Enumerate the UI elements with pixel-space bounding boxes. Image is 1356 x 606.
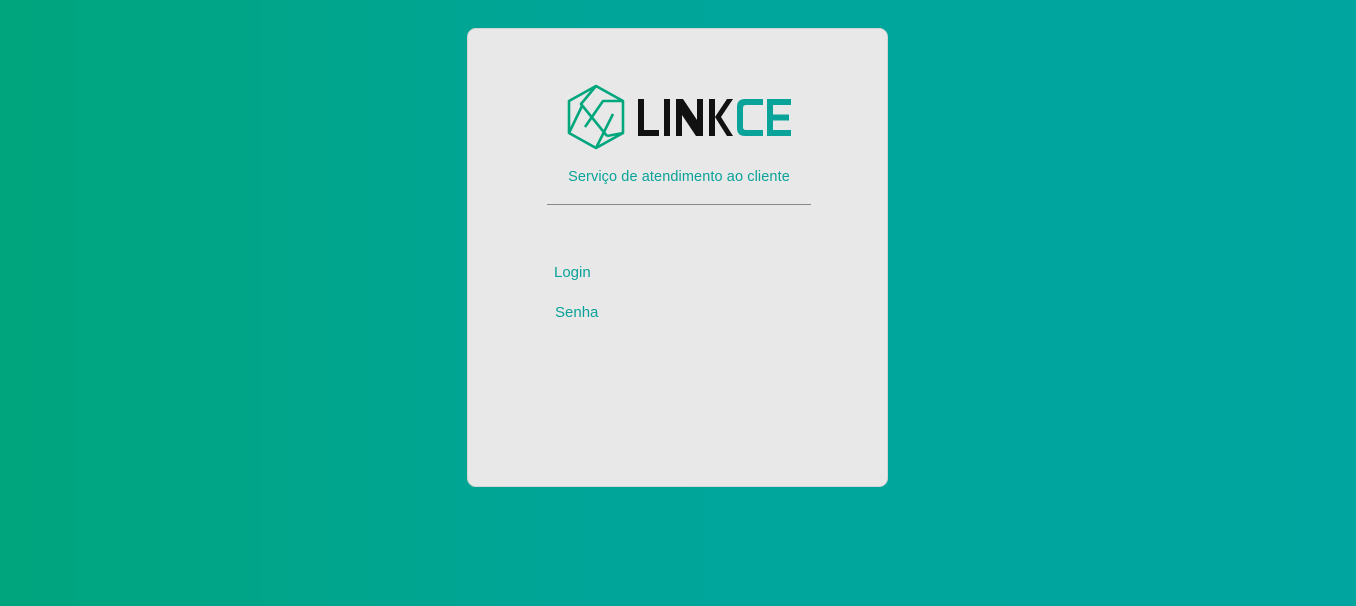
- password-input[interactable]: [548, 300, 812, 328]
- login-card: Serviço de atendimento ao cliente Login …: [467, 28, 888, 487]
- logo-wordmark-accent: [737, 99, 791, 136]
- brand-logo: [567, 84, 793, 152]
- header-divider: [547, 204, 811, 205]
- login-input[interactable]: [548, 260, 812, 288]
- page-subtitle: Serviço de atendimento ao cliente: [568, 169, 790, 185]
- linkce-logo: [567, 84, 791, 150]
- logo-wordmark-dark: [638, 99, 733, 136]
- login-field[interactable]: Login: [548, 260, 812, 288]
- hexagon-shutter-logo-icon: [567, 84, 625, 150]
- password-field[interactable]: Senha: [548, 300, 812, 328]
